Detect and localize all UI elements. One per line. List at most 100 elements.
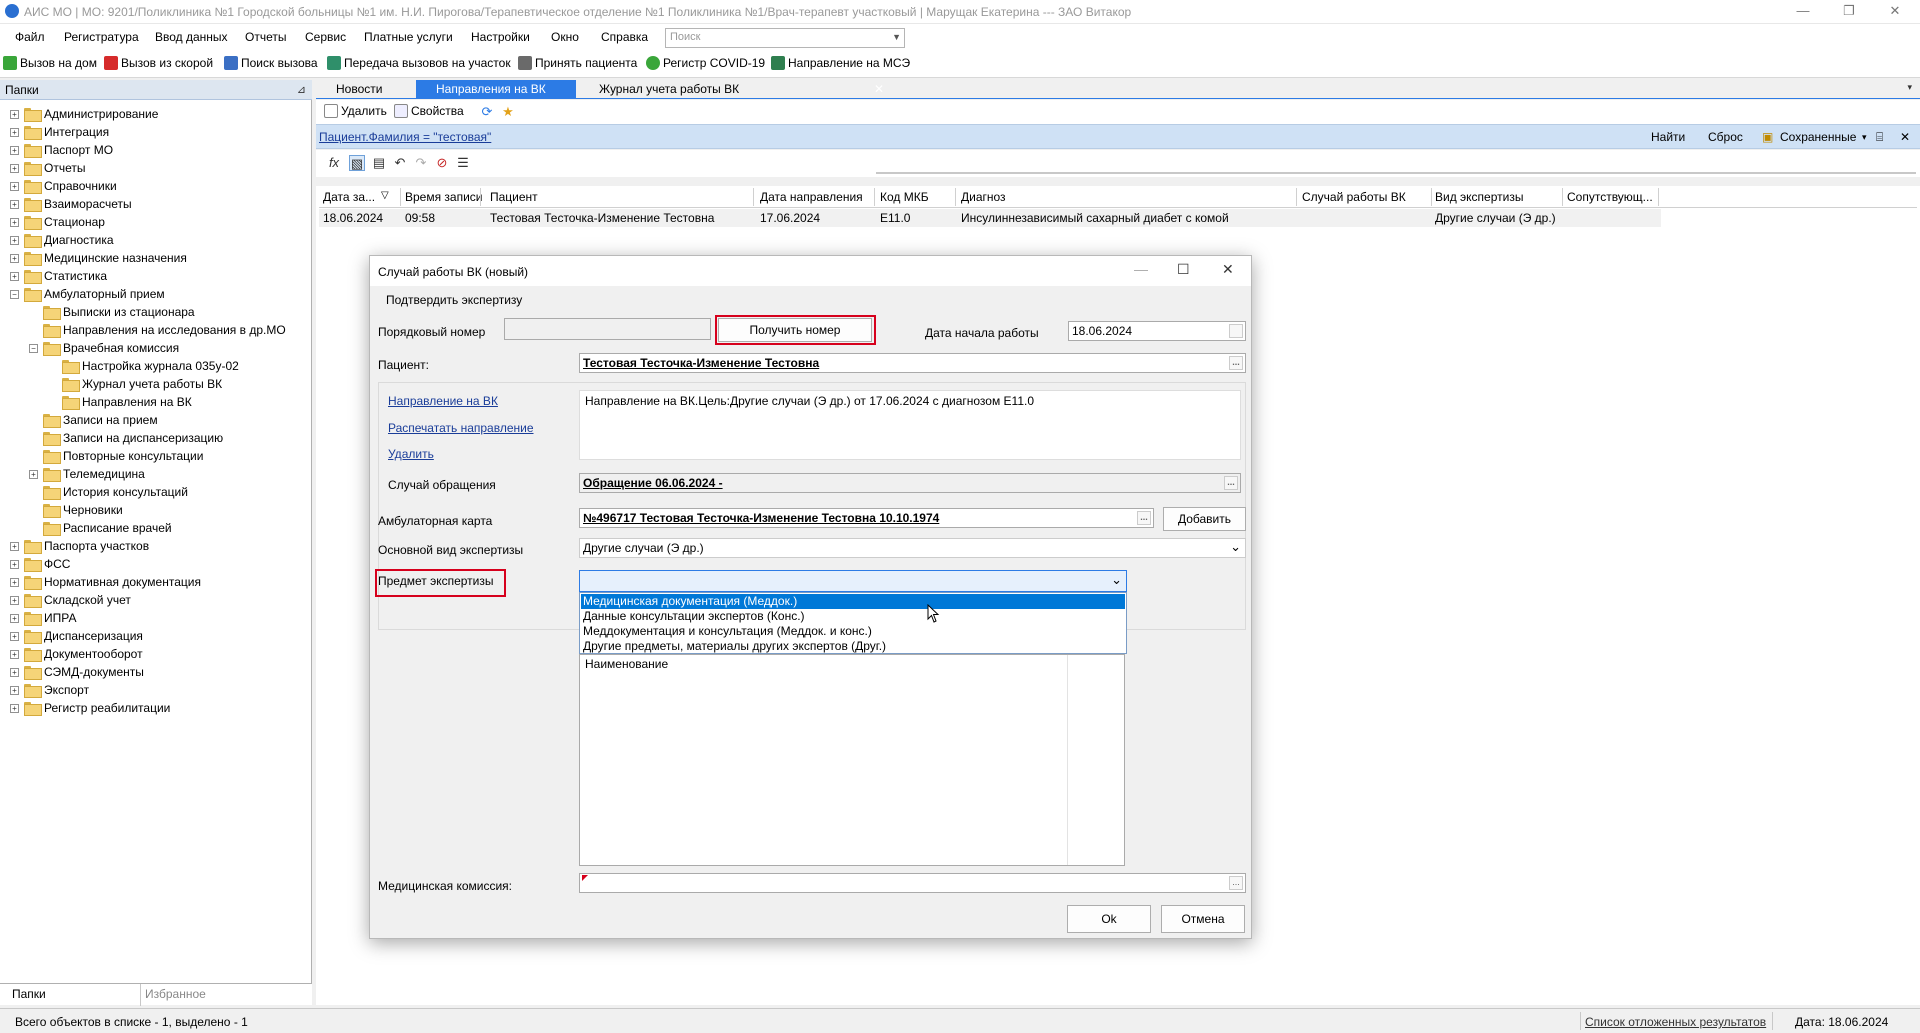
amb-card-field[interactable]: №496717 Тестовая Тесточка-Изменение Тест…	[579, 508, 1154, 528]
expand-icon[interactable]: +	[10, 163, 19, 173]
pin-icon[interactable]: ⊿	[297, 83, 306, 96]
tree-item[interactable]: + Медицинские назначения	[10, 249, 187, 267]
expand-icon[interactable]: +	[10, 271, 19, 281]
chevron-down-icon[interactable]: ▼	[892, 32, 901, 42]
tree-item[interactable]: + Складской учет	[10, 591, 131, 609]
dropdown-option[interactable]: Медицинская документация (Меддок.)	[581, 594, 1125, 609]
tab-folders[interactable]: Папки	[12, 987, 46, 1001]
col-divider[interactable]	[1431, 188, 1432, 206]
menu-reports[interactable]: Отчеты	[245, 30, 286, 44]
menu-help[interactable]: Справка	[601, 30, 648, 44]
chevron-down-icon[interactable]: ⌄	[1230, 539, 1241, 555]
col-record-date[interactable]: Дата за...	[323, 190, 375, 204]
expand-icon[interactable]: +	[10, 577, 19, 587]
calendar-icon[interactable]	[1229, 324, 1243, 338]
print-referral-link[interactable]: Распечатать направление	[388, 421, 534, 435]
table-row[interactable]: 18.06.2024 09:58 Тестовая Тесточка-Измен…	[319, 209, 1661, 227]
tree-item[interactable]: − Врачебная комиссия	[29, 339, 179, 357]
saved-filters-button[interactable]: Сохраненные	[1780, 130, 1856, 144]
col-divider[interactable]	[400, 188, 401, 206]
referral-link[interactable]: Направление на ВК	[388, 394, 498, 408]
expand-icon[interactable]: +	[10, 703, 19, 713]
patient-ellipsis-button[interactable]: ...	[1229, 356, 1243, 370]
accept-patient-button[interactable]: Принять пациента	[518, 56, 637, 70]
menu-service[interactable]: Сервис	[305, 30, 346, 44]
tree-item[interactable]: + Паспорт МО	[10, 141, 113, 159]
tree-item[interactable]: + СЭМД-документы	[10, 663, 144, 681]
tree-item[interactable]: + Документооборот	[10, 645, 143, 663]
tree-item[interactable]: + Экспорт	[10, 681, 89, 699]
expand-icon[interactable]: +	[10, 145, 19, 155]
expand-icon[interactable]: +	[10, 253, 19, 263]
clear-filter-icon[interactable]: ⊘	[434, 155, 450, 171]
delete-referral-link[interactable]: Удалить	[388, 447, 434, 461]
tree-item[interactable]: + Справочники	[10, 177, 117, 195]
expand-icon[interactable]: +	[29, 469, 38, 479]
expand-icon[interactable]: +	[10, 235, 19, 245]
menu-registry[interactable]: Регистратура	[64, 30, 139, 44]
tree-item[interactable]: − Амбулаторный прием	[10, 285, 165, 303]
expand-icon[interactable]: +	[10, 181, 19, 191]
dropdown-option[interactable]: Данные консультации экспертов (Конс.)	[581, 609, 1125, 624]
tree-item[interactable]: Журнал учета работы ВК	[48, 375, 222, 393]
close-tab-icon[interactable]: ✕	[874, 82, 884, 96]
col-divider[interactable]	[874, 188, 875, 206]
tree-item[interactable]: + Регистр реабилитации	[10, 699, 170, 717]
menu-settings[interactable]: Настройки	[471, 30, 530, 44]
redo-icon[interactable]: ↷	[413, 155, 429, 171]
col-vk-case[interactable]: Случай работы ВК	[1302, 190, 1406, 204]
list-icon[interactable]: ☰	[455, 155, 471, 171]
tree-item[interactable]: + Отчеты	[10, 159, 85, 177]
dropdown-option[interactable]: Меддокументация и консультация (Меддок. …	[581, 624, 1125, 639]
col-divider[interactable]	[1296, 188, 1297, 206]
search-call-button[interactable]: Поиск вызова	[224, 56, 318, 70]
tree-item[interactable]: Направления на ВК	[48, 393, 192, 411]
case-field[interactable]: Обращение 06.06.2024 - ...	[579, 473, 1241, 493]
expand-icon[interactable]: +	[10, 685, 19, 695]
dialog-minimize-button[interactable]: —	[1134, 261, 1148, 277]
transfer-calls-button[interactable]: Передача вызовов на участок	[327, 56, 511, 70]
tree-item[interactable]: + Интеграция	[10, 123, 109, 141]
reset-button[interactable]: Сброс	[1708, 130, 1743, 144]
menu-paid-services[interactable]: Платные услуги	[364, 30, 453, 44]
expand-icon[interactable]: +	[10, 649, 19, 659]
cancel-button[interactable]: Отмена	[1161, 905, 1245, 933]
col-exam-type[interactable]: Вид экспертизы	[1435, 190, 1523, 204]
refresh-icon[interactable]: ⟳	[479, 104, 495, 120]
exam-type-select[interactable]: Другие случаи (Э др.) ⌄	[579, 538, 1246, 558]
tree-item[interactable]: + Стационар	[10, 213, 105, 231]
col-concomitant[interactable]: Сопутствующ...	[1567, 190, 1653, 204]
tree-item[interactable]: + Администрирование	[10, 105, 158, 123]
patient-field[interactable]: Тестовая Тесточка-Изменение Тестовна ...	[579, 353, 1246, 373]
tree-item[interactable]: + Телемедицина	[29, 465, 145, 483]
save-filter-icon[interactable]: ⌸	[1876, 130, 1883, 145]
subject-select[interactable]: ⌄	[579, 570, 1127, 592]
expand-icon[interactable]: +	[10, 199, 19, 209]
col-diagnosis[interactable]: Диагноз	[961, 190, 1006, 204]
tabs-menu-icon[interactable]: ▾	[1907, 82, 1912, 93]
tab-news[interactable]: Новости	[328, 80, 390, 99]
search-input[interactable]: Поиск ▼	[665, 28, 905, 48]
tree-item[interactable]: + Статистика	[10, 267, 107, 285]
tab-favorites[interactable]: Избранное	[145, 987, 206, 1001]
formula-icon[interactable]: fx	[326, 155, 342, 171]
tree-item[interactable]: + ФСС	[10, 555, 70, 573]
expand-icon[interactable]: +	[10, 667, 19, 677]
tree-item[interactable]: Записи на диспансеризацию	[29, 429, 223, 447]
tree-item[interactable]: Настройка журнала 035у-02	[48, 357, 239, 375]
menu-data-entry[interactable]: Ввод данных	[155, 30, 228, 44]
amb-card-ellipsis-button[interactable]: ...	[1137, 511, 1151, 525]
tree-item[interactable]: + Взаиморасчеты	[10, 195, 132, 213]
tab-vk-journal[interactable]: Журнал учета работы ВК	[591, 80, 747, 99]
close-filter-icon[interactable]: ✕	[1900, 130, 1910, 144]
expand-icon[interactable]: +	[10, 613, 19, 623]
tree-item[interactable]: Направления на исследования в др.МО	[29, 321, 286, 339]
tree-item[interactable]: + ИПРА	[10, 609, 76, 627]
tree-item[interactable]: + Паспорта участков	[10, 537, 149, 555]
col-divider[interactable]	[1658, 188, 1659, 206]
deferred-results-link[interactable]: Список отложенных результатов	[1585, 1015, 1766, 1029]
confirm-expertise-menu[interactable]: Подтвердить экспертизу	[386, 293, 522, 307]
dialog-maximize-button[interactable]: ☐	[1177, 261, 1190, 278]
menu-window[interactable]: Окно	[551, 30, 579, 44]
collapse-icon[interactable]: −	[10, 289, 19, 299]
